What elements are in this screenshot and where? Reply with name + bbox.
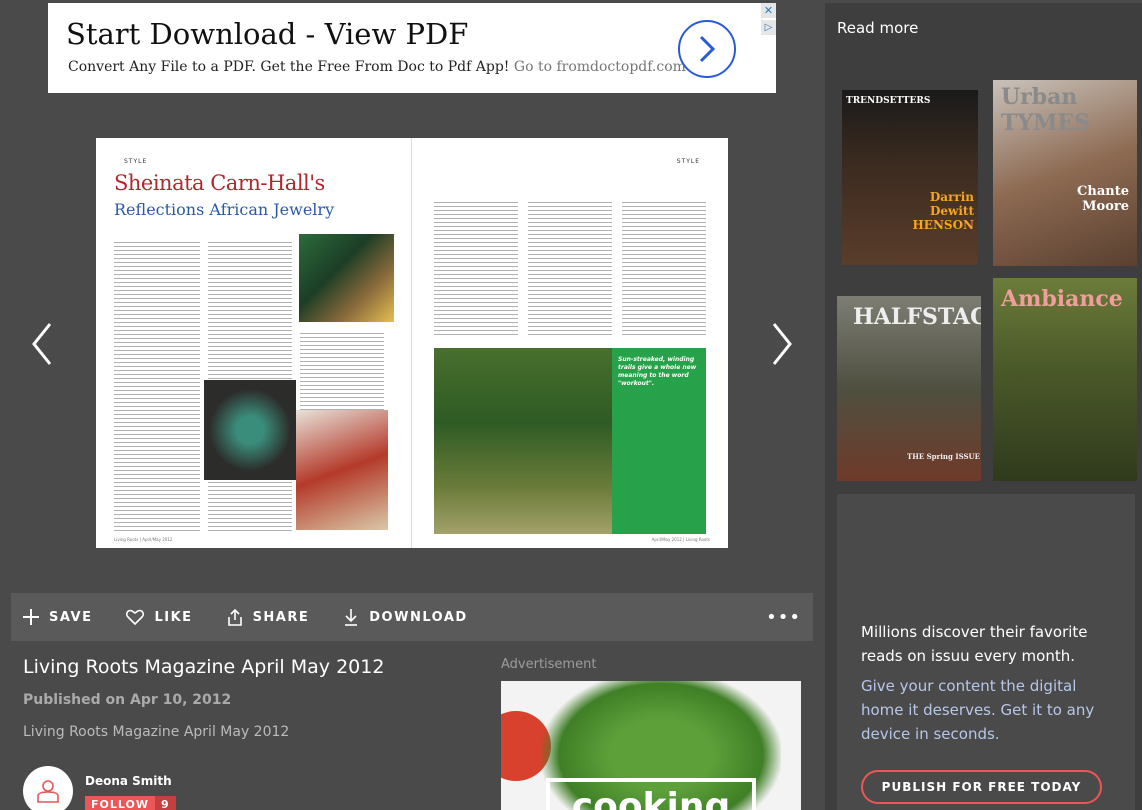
publish-promo: Millions discover their favorite reads o… [837,494,1135,810]
chevron-left-icon [32,323,52,365]
like-button[interactable]: LIKE [126,609,192,625]
text-column [114,242,200,532]
ad-subtext: Convert Any File to a PDF. Get the Free … [68,59,686,75]
document-toolbar: SAVE LIKE SHARE DOWNLOAD ••• [11,593,813,641]
top-ad-banner[interactable]: Start Download - View PDF Convert Any Fi… [48,3,776,93]
more-options-button[interactable]: ••• [766,607,801,628]
thumbnail-ambiance[interactable]: Ambiance [993,278,1137,481]
share-icon [227,608,242,626]
advertisement-label: Advertisement [501,657,597,672]
author-avatar[interactable] [23,766,73,810]
right-page: STYLE Sun-streaked, winding trails give … [412,138,728,548]
user-icon [37,780,59,803]
ad-link[interactable]: Go to fromdoctopdf.com [514,59,686,75]
necklace-photo [296,410,388,530]
share-button[interactable]: SHARE [227,608,310,626]
right-sidebar: Read more TRENDSETTERS Darrin Dewitt HEN… [825,3,1142,810]
advertisement-headline: cooking [546,778,756,810]
thumb-title: TRENDSETTERS [846,96,931,106]
portrait-photo [299,234,394,322]
ad-close-icon[interactable]: ✕ [761,3,776,18]
text-column [300,333,384,413]
magazine-spread[interactable]: STYLE Sheinata Carn-Hall's Reflections A… [96,138,728,548]
trail-photo [434,348,612,534]
read-more-heading: Read more [837,19,919,37]
download-icon [345,609,358,626]
follower-count: 9 [154,796,176,810]
text-column [434,202,518,338]
thumb-subtitle: THE Spring ISSUE [907,452,980,461]
publish-date: Published on Apr 10, 2012 [23,692,232,708]
thumb-subtitle: Chante Moore [1077,184,1129,214]
heart-icon [126,609,145,625]
chevron-right-icon [772,323,792,365]
download-label: DOWNLOAD [369,609,468,625]
thumb-subtitle: Darrin Dewitt HENSON [912,190,974,232]
share-label: SHARE [252,609,310,625]
follow-label: FOLLOW [85,796,155,810]
publish-for-free-button[interactable]: PUBLISH FOR FREE TODAY [861,770,1102,804]
next-page-button[interactable] [762,316,802,372]
right-style-tag: STYLE [676,158,700,165]
like-label: LIKE [154,609,193,625]
save-button[interactable]: SAVE [23,609,92,625]
ad-go-button[interactable] [678,20,736,78]
right-footer: April/May 2012 | Living Roots [651,537,710,542]
ad-subtext-body: Convert Any File to a PDF. Get the Free … [68,59,510,75]
adchoices-icon[interactable]: ▷ [761,20,776,35]
green-box-text: Sun-streaked, winding trails give a whol… [618,356,697,387]
thumbnail-halfstack[interactable]: HALFSTACK THE Spring ISSUE [837,296,981,481]
left-footer: Living Roots | April/May 2012 [114,537,173,542]
advertisement-banner[interactable]: cooking [501,681,801,810]
plus-icon [23,609,39,625]
thumbnail-trendsetters[interactable]: TRENDSETTERS Darrin Dewitt HENSON [842,90,978,265]
thumbnail-urban-tymes[interactable]: Urban TYMES Chante Moore [993,80,1137,266]
save-label: SAVE [49,609,93,625]
promo-green-box: Sun-streaked, winding trails give a whol… [612,348,706,534]
thumb-title: HALFSTACK [853,304,981,330]
promo-body: Give your content the digital home it de… [861,677,1095,743]
publication-description: Living Roots Magazine April May 2012 [23,724,290,740]
chevron-right-icon [699,35,716,63]
author-name[interactable]: Deona Smith [85,774,172,788]
jewelry-photo [204,380,296,480]
previous-page-button[interactable] [22,316,62,372]
download-button[interactable]: DOWNLOAD [343,608,467,626]
thumb-title: Urban TYMES [1001,84,1091,136]
publication-title: Living Roots Magazine April May 2012 [23,656,385,678]
left-page: STYLE Sheinata Carn-Hall's Reflections A… [96,138,412,548]
text-column [528,202,612,338]
thumb-title: Ambiance [1001,286,1123,312]
article-subtitle: Reflections African Jewelry [114,200,335,219]
ad-headline[interactable]: Start Download - View PDF [66,17,468,51]
text-column [622,202,706,338]
left-style-tag: STYLE [124,158,148,165]
promo-headline: Millions discover their favorite reads o… [861,623,1088,665]
follow-button[interactable]: FOLLOW 9 [85,796,176,810]
article-title: Sheinata Carn-Hall's [114,171,325,195]
